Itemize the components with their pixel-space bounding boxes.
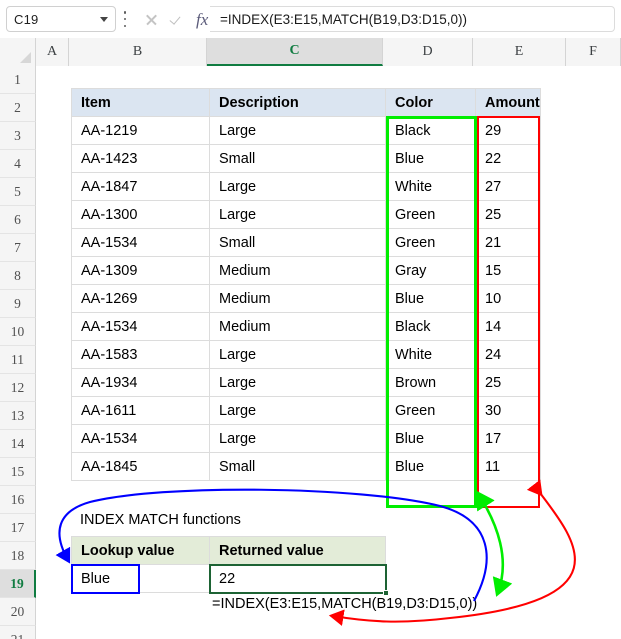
row-header-11[interactable]: 11 [0,346,36,374]
cell-item[interactable]: AA-1423 [71,144,210,173]
row-header-17[interactable]: 17 [0,514,36,542]
cell-item[interactable]: AA-1845 [71,452,210,481]
cell-description[interactable]: Large [209,172,386,201]
cell-description[interactable]: Large [209,368,386,397]
cell-description[interactable]: Large [209,424,386,453]
row-header-4[interactable]: 4 [0,150,36,178]
row-header-13[interactable]: 13 [0,402,36,430]
select-all-corner[interactable] [0,38,36,66]
fill-handle[interactable] [383,590,389,596]
row-header-18[interactable]: 18 [0,542,36,570]
name-box[interactable]: C19 [6,6,116,32]
cell-item[interactable]: AA-1583 [71,340,210,369]
column-header-e[interactable]: E [473,38,566,66]
row-header-5[interactable]: 5 [0,178,36,206]
cell-item[interactable]: AA-1534 [71,424,210,453]
cell-description[interactable]: Small [209,228,386,257]
cell-item[interactable]: AA-1269 [71,284,210,313]
row-header-21[interactable]: 21 [0,626,36,639]
cell-item[interactable]: AA-1611 [71,396,210,425]
cell-item[interactable]: AA-1934 [71,368,210,397]
cell-description[interactable]: Medium [209,284,386,313]
cell-item[interactable]: AA-1309 [71,256,210,285]
cell-description[interactable]: Medium [209,256,386,285]
chevron-down-icon[interactable] [100,16,108,22]
column-header-row: A B C D E F [0,38,621,66]
red-highlight-range-e3-e15 [477,116,540,508]
column-header-f[interactable]: F [566,38,621,66]
name-box-value: C19 [14,11,39,27]
cell-item[interactable]: AA-1300 [71,200,210,229]
cell-description[interactable]: Small [209,144,386,173]
row-header-6[interactable]: 6 [0,206,36,234]
index-match-label: INDEX MATCH functions [80,512,241,528]
fx-icon[interactable]: fx [196,11,208,28]
formula-caption: =INDEX(E3:E15,MATCH(B19,D3:D15,0)) [212,596,478,612]
column-header-amount: Amount [475,88,541,117]
green-highlight-range-d3-d15 [386,116,477,508]
cell-item[interactable]: AA-1534 [71,312,210,341]
cell-item[interactable]: AA-1219 [71,116,210,145]
column-header-color: Color [385,88,476,117]
cell-c19-returned-value[interactable]: 22 [209,564,386,593]
cell-description[interactable]: Small [209,452,386,481]
row-header-12[interactable]: 12 [0,374,36,402]
check-icon[interactable] [170,12,185,27]
column-header-item: Item [71,88,210,117]
row-header-7[interactable]: 7 [0,234,36,262]
cell-item[interactable]: AA-1847 [71,172,210,201]
cell-description[interactable]: Large [209,200,386,229]
lookup-header-row: Lookup value Returned value [71,536,386,565]
row-header-3[interactable]: 3 [0,122,36,150]
row-header-1[interactable]: 1 [0,66,36,94]
column-header-description: Description [209,88,386,117]
cell-description[interactable]: Large [209,116,386,145]
excel-window: C19 fx =INDEX(E3:E15,MATCH(B19,D3:D15,0)… [0,0,621,639]
cell-item[interactable]: AA-1534 [71,228,210,257]
worksheet-grid: Item Description Color Amount AA-1219 Lar… [36,66,621,639]
row-header-19[interactable]: 19 [0,570,36,598]
row-header-16[interactable]: 16 [0,486,36,514]
formula-bar: C19 fx =INDEX(E3:E15,MATCH(B19,D3:D15,0)… [0,0,621,38]
cell-description[interactable]: Large [209,396,386,425]
blue-highlight-b19 [71,564,140,594]
row-header-strip: 1 2 3 4 5 6 7 8 9 10 11 12 13 14 15 16 1… [0,66,36,639]
row-header-8[interactable]: 8 [0,262,36,290]
kebab-menu-icon[interactable] [123,11,127,27]
column-header-b[interactable]: B [69,38,207,66]
cell-description[interactable]: Medium [209,312,386,341]
row-header-20[interactable]: 20 [0,598,36,626]
close-icon[interactable] [144,12,159,27]
column-header-returned-value: Returned value [209,536,386,565]
column-header-a[interactable]: A [36,38,69,66]
row-header-9[interactable]: 9 [0,290,36,318]
formula-input[interactable]: =INDEX(E3:E15,MATCH(B19,D3:D15,0)) [210,6,615,32]
column-header-d[interactable]: D [383,38,473,66]
formula-actions: fx [136,6,216,32]
table-header-row: Item Description Color Amount [71,88,541,117]
cell-description[interactable]: Large [209,340,386,369]
row-header-14[interactable]: 14 [0,430,36,458]
column-header-lookup-value: Lookup value [71,536,210,565]
row-header-15[interactable]: 15 [0,458,36,486]
row-header-2[interactable]: 2 [0,94,36,122]
column-header-c[interactable]: C [207,38,383,66]
row-header-10[interactable]: 10 [0,318,36,346]
